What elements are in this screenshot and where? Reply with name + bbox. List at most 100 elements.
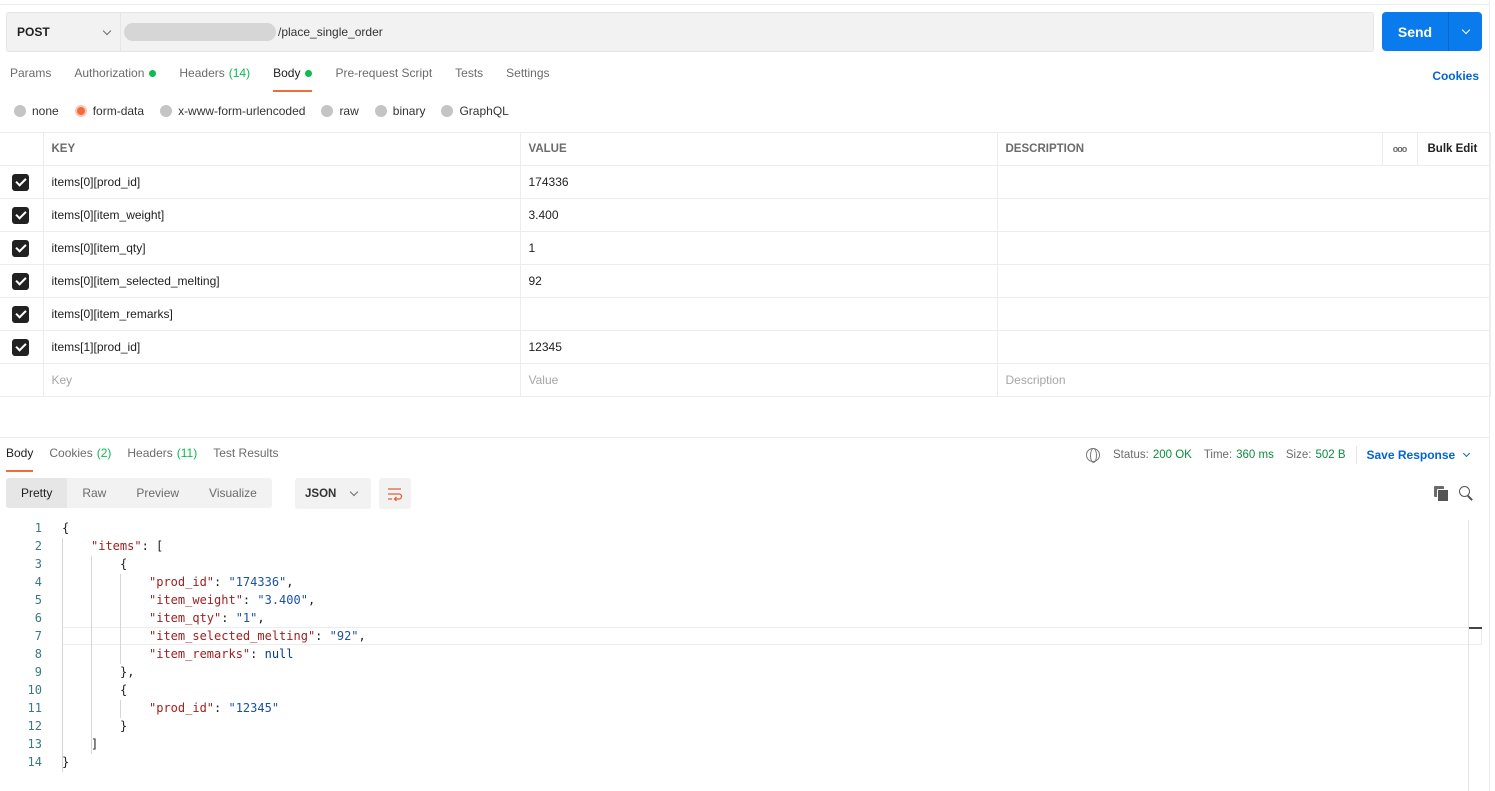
value-cell[interactable]: 174336: [519, 165, 998, 199]
status-value[interactable]: 200 OK: [1153, 449, 1192, 461]
tab-body[interactable]: Body: [273, 66, 313, 92]
tab-params[interactable]: Params: [10, 66, 51, 92]
format-label: JSON: [305, 487, 337, 500]
table-header-row: KEY VALUE DESCRIPTION ooo Bulk Edit: [0, 132, 1491, 166]
method-label: POST: [17, 25, 50, 39]
url-input[interactable]: /place_single_order: [121, 23, 383, 41]
value-cell[interactable]: 92: [519, 264, 998, 298]
description-placeholder[interactable]: Description: [996, 363, 1491, 397]
cookies-link[interactable]: Cookies: [1432, 69, 1479, 83]
key-cell[interactable]: items[0][item_remarks]: [42, 297, 521, 331]
code-text: {: [62, 521, 69, 535]
radio-button-icon[interactable]: [14, 105, 26, 117]
code-token: }: [62, 755, 70, 769]
description-cell[interactable]: [996, 297, 1491, 331]
view-mode-visualize[interactable]: Visualize: [194, 478, 272, 508]
response-divider[interactable]: [0, 437, 1490, 438]
radio-button-icon[interactable]: [160, 105, 173, 117]
line-number: 13: [27, 737, 42, 751]
row-checkbox[interactable]: [12, 272, 29, 290]
response-tab-cookies[interactable]: Cookies (2): [49, 446, 111, 472]
key-placeholder[interactable]: Key: [42, 363, 521, 397]
value-cell[interactable]: 12345: [519, 330, 998, 364]
tab-headers[interactable]: Headers (14): [179, 66, 250, 92]
copy-icon[interactable]: [1434, 486, 1449, 502]
size-label: Size:: [1285, 449, 1312, 461]
response-body-editor[interactable]: 1{2 "items": [3{4 "prod_id": "174336", 5 "it…: [0, 519, 1482, 771]
code-token: ,: [307, 593, 316, 607]
description-cell[interactable]: [996, 264, 1491, 298]
description-cell[interactable]: [996, 198, 1491, 232]
radio-button-icon[interactable]: [374, 105, 387, 117]
response-tab-headers[interactable]: Headers (11): [127, 446, 197, 472]
response-tab-test-results[interactable]: Test Results: [213, 446, 278, 472]
checkbox-cell: [0, 198, 44, 232]
radio-none[interactable]: none: [14, 104, 59, 118]
globe-icon[interactable]: [1086, 448, 1100, 463]
description-cell[interactable]: [996, 165, 1491, 199]
key-cell[interactable]: items[0][item_qty]: [42, 231, 521, 265]
line-number: 6: [34, 611, 42, 625]
radio-button-icon[interactable]: [74, 105, 87, 117]
tab-tests[interactable]: Tests: [455, 66, 483, 92]
wrap-lines-button[interactable]: [379, 478, 411, 509]
radio-button-icon[interactable]: [441, 105, 454, 117]
line-number: 11: [27, 701, 42, 715]
search-icon[interactable]: [1459, 486, 1473, 500]
bulk-edit-button[interactable]: Bulk Edit: [1416, 132, 1491, 166]
code-text: "item_selected_melting": "92",: [149, 629, 366, 643]
row-checkbox[interactable]: [12, 206, 29, 224]
code-text: "item_weight": "3.400",: [149, 593, 315, 607]
key-cell[interactable]: items[1][prod_id]: [42, 330, 521, 364]
view-mode-preview[interactable]: Preview: [121, 478, 194, 508]
value-cell[interactable]: [519, 297, 998, 331]
code-text: {: [120, 557, 127, 571]
save-response-button[interactable]: Save Response: [1367, 448, 1471, 462]
code-token: "92": [329, 629, 359, 643]
row-checkbox[interactable]: [12, 173, 29, 191]
line-number: 4: [34, 575, 42, 589]
radio-form-data[interactable]: form-data: [74, 104, 144, 118]
radio-graphql[interactable]: GraphQL: [441, 104, 509, 118]
key-cell[interactable]: items[0][prod_id]: [42, 165, 521, 199]
view-mode-raw[interactable]: Raw: [67, 478, 121, 508]
tab-authorization[interactable]: Authorization: [74, 66, 157, 92]
method-select[interactable]: POST: [7, 13, 121, 51]
key-cell[interactable]: items[0][item_weight]: [42, 198, 521, 232]
row-checkbox[interactable]: [12, 305, 29, 323]
more-options-button[interactable]: ooo: [1381, 132, 1418, 166]
time-value[interactable]: 360 ms: [1236, 449, 1274, 461]
code-token: {: [120, 683, 128, 697]
code-token: ,: [257, 611, 265, 625]
description-cell[interactable]: [996, 231, 1491, 265]
send-options-button[interactable]: [1449, 12, 1482, 51]
key-cell[interactable]: items[0][item_selected_melting]: [42, 264, 521, 298]
code-token: :: [221, 611, 236, 625]
tab-settings[interactable]: Settings: [506, 66, 549, 92]
row-checkbox[interactable]: [12, 239, 29, 257]
tab-pre-request-script[interactable]: Pre-request Script: [335, 66, 432, 92]
row-checkbox[interactable]: [12, 338, 29, 356]
editor-scrollbar[interactable]: [1468, 520, 1469, 791]
send-button[interactable]: Send: [1382, 12, 1449, 51]
radio-raw[interactable]: raw: [321, 104, 359, 118]
value-placeholder[interactable]: Value: [519, 363, 998, 397]
code-line: 3{: [0, 555, 1470, 573]
table-row-new: Key Value Description: [0, 363, 1491, 397]
view-mode-pretty[interactable]: Pretty: [6, 478, 68, 508]
radio-binary[interactable]: binary: [374, 104, 425, 118]
chevron-down-icon: [349, 487, 359, 497]
description-cell[interactable]: [996, 330, 1491, 364]
radio-button-icon[interactable]: [321, 105, 334, 117]
radio-x-www-form-urlencoded[interactable]: x-www-form-urlencoded: [160, 104, 305, 118]
indent-guide: [62, 538, 63, 772]
value-cell[interactable]: 3.400: [519, 198, 998, 232]
code-line: 1{: [0, 519, 1470, 537]
response-tab-body[interactable]: Body: [6, 446, 34, 472]
code-token: "item_selected_melting": [149, 629, 316, 643]
value-cell[interactable]: 1: [519, 231, 998, 265]
format-select[interactable]: JSON: [295, 478, 371, 509]
view-mode-tabs: Pretty Raw Preview Visualize: [6, 478, 272, 508]
indent-guide: [91, 556, 92, 754]
size-value[interactable]: 502 B: [1315, 449, 1345, 461]
